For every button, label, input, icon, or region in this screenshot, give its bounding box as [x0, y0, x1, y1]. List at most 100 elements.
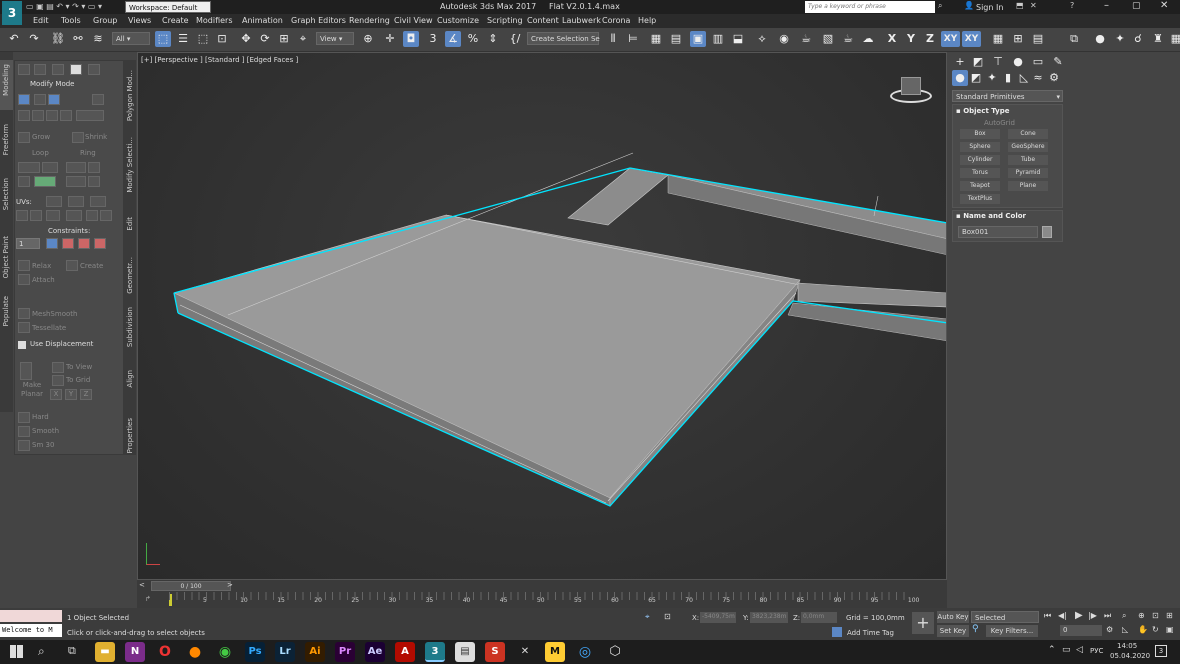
go-to-start-icon[interactable]: ⏮	[1044, 611, 1051, 621]
constraint-normal-icon[interactable]	[94, 238, 106, 249]
menu-animation[interactable]: Animation	[242, 16, 283, 25]
uv-tool-6[interactable]	[46, 210, 60, 221]
autogrid-checkbox[interactable]: AutoGrid	[984, 119, 1015, 127]
create-button[interactable]: Create	[80, 262, 103, 270]
display-tab-icon[interactable]: ▭	[1030, 54, 1046, 70]
ring-label[interactable]: Ring	[80, 149, 96, 157]
category-dropdown[interactable]: Standard Primitives ▾	[952, 90, 1063, 102]
search-icon[interactable]: ⌕	[938, 1, 942, 11]
snap-toggle-icon[interactable]: 3	[425, 31, 441, 47]
menu-rendering[interactable]: Rendering	[349, 16, 390, 25]
lights-icon[interactable]: ✦	[984, 70, 1000, 86]
shrink-label[interactable]: Shrink	[85, 133, 107, 141]
file-explorer-icon[interactable]: ▬	[95, 642, 115, 662]
primitive-sphere-button[interactable]: Sphere	[960, 142, 1000, 152]
constraint-edge-icon[interactable]	[62, 238, 74, 249]
app-blue-icon[interactable]: ◎	[575, 642, 595, 662]
to-view-button[interactable]: To View	[66, 363, 92, 371]
clock-time[interactable]: 14:05	[1117, 642, 1137, 650]
uv-tool-1[interactable]	[46, 196, 62, 207]
grid-overlay-icon[interactable]: ▦	[1168, 31, 1180, 47]
vertex-icon[interactable]	[18, 64, 30, 75]
hard-icon[interactable]	[18, 412, 30, 423]
axis-xy-button[interactable]: XY	[941, 31, 960, 47]
material-editor-icon[interactable]: ◉	[776, 31, 792, 47]
workspace-dropdown[interactable]: Workspace: Default	[125, 1, 211, 13]
acrobat-icon[interactable]: A	[395, 642, 415, 662]
element-icon[interactable]	[88, 64, 100, 75]
scene-explorer-icon[interactable]: ▦	[648, 31, 664, 47]
uv-tool-7[interactable]	[66, 210, 82, 221]
menu-modifiers[interactable]: Modifiers	[196, 16, 233, 25]
primitive-pyramid-button[interactable]: Pyramid	[1008, 168, 1048, 178]
geometry-icon[interactable]: ●	[952, 70, 968, 86]
menu-civil-view[interactable]: Civil View	[394, 16, 433, 25]
side-tab-properties[interactable]: Properties	[126, 418, 134, 453]
grow-label[interactable]: Grow	[32, 133, 50, 141]
tray-chevron-icon[interactable]: ⌃	[1048, 645, 1056, 655]
app-cube-icon[interactable]: ⬡	[605, 642, 625, 662]
axis-z-button[interactable]: Z	[922, 31, 938, 47]
uv-channel-spinner[interactable]: 1	[16, 238, 40, 249]
attach-icon[interactable]	[18, 274, 30, 285]
language-indicator[interactable]: РУС	[1090, 647, 1103, 655]
ribbon-tab-selection[interactable]: Selection	[2, 178, 10, 210]
notification-icon[interactable]: 3	[1155, 645, 1167, 657]
volume-icon[interactable]: ◁	[1076, 645, 1083, 655]
create-tab-icon[interactable]: +	[952, 54, 968, 70]
axis-xy-cycle-button[interactable]: XY	[962, 31, 981, 47]
relax-button[interactable]: Relax	[32, 262, 51, 270]
menu-customize[interactable]: Customize	[437, 16, 479, 25]
pan-icon[interactable]: ✋	[1138, 625, 1148, 634]
planar-z-button[interactable]: Z	[80, 389, 92, 400]
primitive-tube-button[interactable]: Tube	[1008, 155, 1048, 165]
windows-start-icon[interactable]	[10, 645, 23, 658]
uv-tool-5[interactable]	[30, 210, 42, 221]
side-tab-edit[interactable]: Edit	[126, 217, 134, 231]
cart-icon[interactable]: ⬒	[1016, 1, 1024, 10]
opera-icon[interactable]: O	[155, 642, 175, 662]
object-name-field[interactable]: Box001	[958, 226, 1038, 238]
sub-tool-icon-1[interactable]	[18, 110, 30, 121]
attach-button[interactable]: Attach	[32, 276, 55, 284]
cameras-icon[interactable]: ▮	[1000, 70, 1016, 86]
ring-tool-1[interactable]	[66, 162, 86, 173]
hard-button[interactable]: Hard	[32, 413, 49, 421]
search-input[interactable]: Type a keyword or phrase	[805, 1, 935, 13]
sub-tool-icon-5[interactable]	[76, 110, 104, 121]
menu-help[interactable]: Help	[638, 16, 656, 25]
render-icon[interactable]: ☕	[840, 31, 856, 47]
sm30-button[interactable]: Sm 30	[32, 441, 54, 449]
3dsmax-icon[interactable]: 3	[425, 642, 445, 662]
render-frame-icon[interactable]: ▧	[820, 31, 836, 47]
planar-x-button[interactable]: X	[50, 389, 62, 400]
set-key-button[interactable]: Set Key	[937, 625, 969, 637]
menu-corona[interactable]: Corona	[602, 16, 630, 25]
primitive-cylinder-button[interactable]: Cylinder	[960, 155, 1000, 165]
name-color-header[interactable]: ▪ Name and Color	[956, 212, 1026, 220]
app-logo-icon[interactable]: 3	[2, 1, 22, 25]
render-setup-icon[interactable]: ☕	[798, 31, 814, 47]
ribbon-tab-object-paint[interactable]: Object Paint	[2, 236, 10, 278]
exchange-icon[interactable]: ✕	[1030, 1, 1037, 10]
scale-icon[interactable]: ⊞	[276, 31, 292, 47]
unlink-icon[interactable]: ⚯	[70, 31, 86, 47]
notepad-icon[interactable]: ▤	[455, 642, 475, 662]
loop-tool-1[interactable]	[18, 162, 40, 173]
key-filters-button[interactable]: Key Filters...	[986, 625, 1038, 637]
make-planar-icon[interactable]	[20, 362, 32, 380]
time-slider[interactable]: < 0 / 100 >	[137, 580, 947, 592]
to-view-icon[interactable]	[52, 362, 64, 373]
pivot-center-icon[interactable]: ⊕	[360, 31, 376, 47]
fov-icon[interactable]: ◺	[1122, 625, 1128, 634]
to-grid-button[interactable]: To Grid	[66, 376, 90, 384]
grow-icon[interactable]	[18, 132, 30, 143]
miro-icon[interactable]: M	[545, 642, 565, 662]
primitive-plane-button[interactable]: Plane	[1008, 181, 1048, 191]
smooth-button[interactable]: Smooth	[32, 427, 59, 435]
time-slider-next[interactable]: >	[227, 581, 233, 589]
modify-tab-icon[interactable]: ◩	[970, 54, 986, 70]
absolute-mode-icon[interactable]: ⊡	[664, 612, 671, 621]
axis-y-button[interactable]: Y	[903, 31, 919, 47]
primitive-box-button[interactable]: Box	[960, 129, 1000, 139]
